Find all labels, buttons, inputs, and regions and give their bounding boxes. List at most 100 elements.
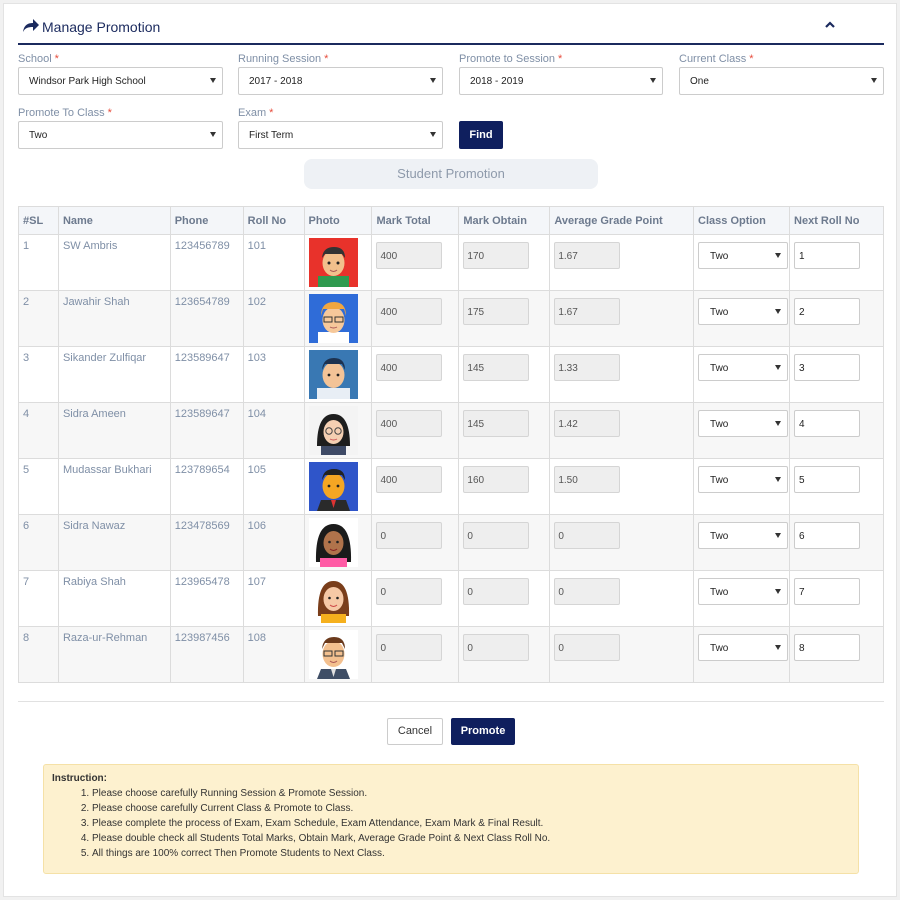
average-grade-point-field: 0 <box>554 522 621 549</box>
mark-obtain-field: 175 <box>463 298 530 325</box>
next-roll-no-input[interactable]: 4 <box>794 410 861 437</box>
table-row: 8 Raza-ur-Rehman 123987456 108 0 0 0 Two 8 <box>18 626 884 683</box>
average-grade-point-field: 0 <box>554 578 621 605</box>
class-option-select[interactable]: Two <box>698 354 789 381</box>
mark-total-field: 0 <box>376 522 443 549</box>
mark-obtain-cell: 145 <box>458 346 551 403</box>
column-header-average-grade-point: Average Grade Point <box>549 206 695 235</box>
class-option-cell: Two <box>693 234 791 291</box>
mark-total-field: 400 <box>376 410 443 437</box>
average-grade-point-cell: 1.33 <box>549 346 695 403</box>
table-header-row: #SL Name Phone Roll No Photo Mark Total … <box>18 206 884 235</box>
table-row: 5 Mudassar Bukhari 123789654 105 400 160 1.50 T… <box>18 458 884 515</box>
caret-down-icon <box>775 477 782 482</box>
class-option-cell: Two <box>693 402 791 459</box>
mark-total-cell: 400 <box>371 290 460 347</box>
student-phone: 123589647 <box>169 346 244 403</box>
instruction-heading: Instruction: <box>52 773 107 784</box>
mark-obtain-cell: 175 <box>458 290 551 347</box>
caret-down-icon <box>775 589 782 594</box>
class-option-select[interactable]: Two <box>698 522 789 549</box>
student-roll-no: 101 <box>242 234 305 291</box>
find-button[interactable]: Find <box>459 121 503 149</box>
next-roll-no-cell: 8 <box>789 626 884 683</box>
column-header-mark-obtain: Mark Obtain <box>458 206 551 235</box>
promote-to-session-select[interactable]: 2018 - 2019 <box>459 67 663 95</box>
student-photo <box>308 518 358 567</box>
mark-obtain-field: 170 <box>463 242 530 269</box>
average-grade-point-field: 1.67 <box>554 242 621 269</box>
student-phone: 123478569 <box>169 514 244 571</box>
class-option-select[interactable]: Two <box>698 466 789 493</box>
student-photo <box>308 294 358 343</box>
table-row: 2 Jawahir Shah 123654789 102 400 175 1.67 Two 2 <box>18 290 884 347</box>
average-grade-point-field: 1.67 <box>554 298 621 325</box>
student-name: SW Ambris <box>57 234 171 291</box>
student-photo <box>308 462 358 511</box>
promote-to-class-select[interactable]: Two <box>18 121 223 149</box>
mark-total-cell: 0 <box>371 514 460 571</box>
student-roll-no: 105 <box>242 458 305 515</box>
next-roll-no-cell: 1 <box>789 234 884 291</box>
next-roll-no-input[interactable]: 7 <box>794 578 861 605</box>
next-roll-no-input[interactable]: 5 <box>794 466 861 493</box>
column-header-sl: #SL <box>18 206 59 235</box>
student-name: Sikander Zulfiqar <box>57 346 171 403</box>
mark-total-field: 400 <box>376 466 443 493</box>
chevron-up-icon[interactable] <box>823 18 837 32</box>
running-session-select[interactable]: 2017 - 2018 <box>238 67 443 95</box>
row-sl: 3 <box>18 346 59 403</box>
instruction-item: Please complete the process of Exam, Exa… <box>92 816 850 831</box>
student-name: Sidra Ameen <box>57 402 171 459</box>
panel-header: Manage Promotion <box>18 4 884 45</box>
class-option-select[interactable]: Two <box>698 242 789 269</box>
caret-down-icon <box>775 253 782 258</box>
column-header-photo: Photo <box>303 206 373 235</box>
next-roll-no-input[interactable]: 2 <box>794 298 861 325</box>
mark-obtain-cell: 0 <box>458 626 551 683</box>
cancel-button[interactable]: Cancel <box>387 718 443 745</box>
average-grade-point-cell: 1.42 <box>549 402 695 459</box>
photo-cell <box>303 570 373 627</box>
next-roll-no-cell: 3 <box>789 346 884 403</box>
row-sl: 5 <box>18 458 59 515</box>
class-option-select[interactable]: Two <box>698 298 789 325</box>
exam-select[interactable]: First Term <box>238 121 443 149</box>
mark-total-field: 400 <box>376 242 443 269</box>
share-icon <box>23 19 39 32</box>
student-roll-no: 102 <box>242 290 305 347</box>
average-grade-point-cell: 0 <box>549 514 695 571</box>
class-option-cell: Two <box>693 290 791 347</box>
class-option-select[interactable]: Two <box>698 634 789 661</box>
next-roll-no-input[interactable]: 8 <box>794 634 861 661</box>
class-option-select[interactable]: Two <box>698 578 789 605</box>
student-phone: 123789654 <box>169 458 244 515</box>
current-class-select[interactable]: One <box>679 67 884 95</box>
mark-total-field: 400 <box>376 354 443 381</box>
promote-button[interactable]: Promote <box>451 718 515 745</box>
school-select[interactable]: Windsor Park High School <box>18 67 223 95</box>
running-session-label: Running Session * <box>238 53 329 65</box>
class-option-cell: Two <box>693 346 791 403</box>
instruction-item: All things are 100% correct Then Promote… <box>92 846 850 861</box>
caret-down-icon <box>871 78 877 83</box>
row-sl: 7 <box>18 570 59 627</box>
current-class-label: Current Class * <box>679 53 754 65</box>
caret-down-icon <box>210 132 216 137</box>
promotion-table: #SL Name Phone Roll No Photo Mark Total … <box>18 206 884 683</box>
row-sl: 6 <box>18 514 59 571</box>
student-roll-no: 103 <box>242 346 305 403</box>
next-roll-no-cell: 4 <box>789 402 884 459</box>
next-roll-no-input[interactable]: 1 <box>794 242 861 269</box>
student-phone: 123589647 <box>169 402 244 459</box>
mark-total-cell: 0 <box>371 626 460 683</box>
next-roll-no-input[interactable]: 6 <box>794 522 861 549</box>
table-row: 3 Sikander Zulfiqar 123589647 103 400 145 1.33… <box>18 346 884 403</box>
mark-total-field: 0 <box>376 578 443 605</box>
promote-to-session-label: Promote to Session * <box>459 53 563 65</box>
table-row: 7 Rabiya Shah 123965478 107 0 0 0 Two 7 <box>18 570 884 627</box>
instruction-list: Please choose carefully Running Session … <box>92 786 850 861</box>
next-roll-no-input[interactable]: 3 <box>794 354 861 381</box>
row-sl: 4 <box>18 402 59 459</box>
class-option-select[interactable]: Two <box>698 410 789 437</box>
